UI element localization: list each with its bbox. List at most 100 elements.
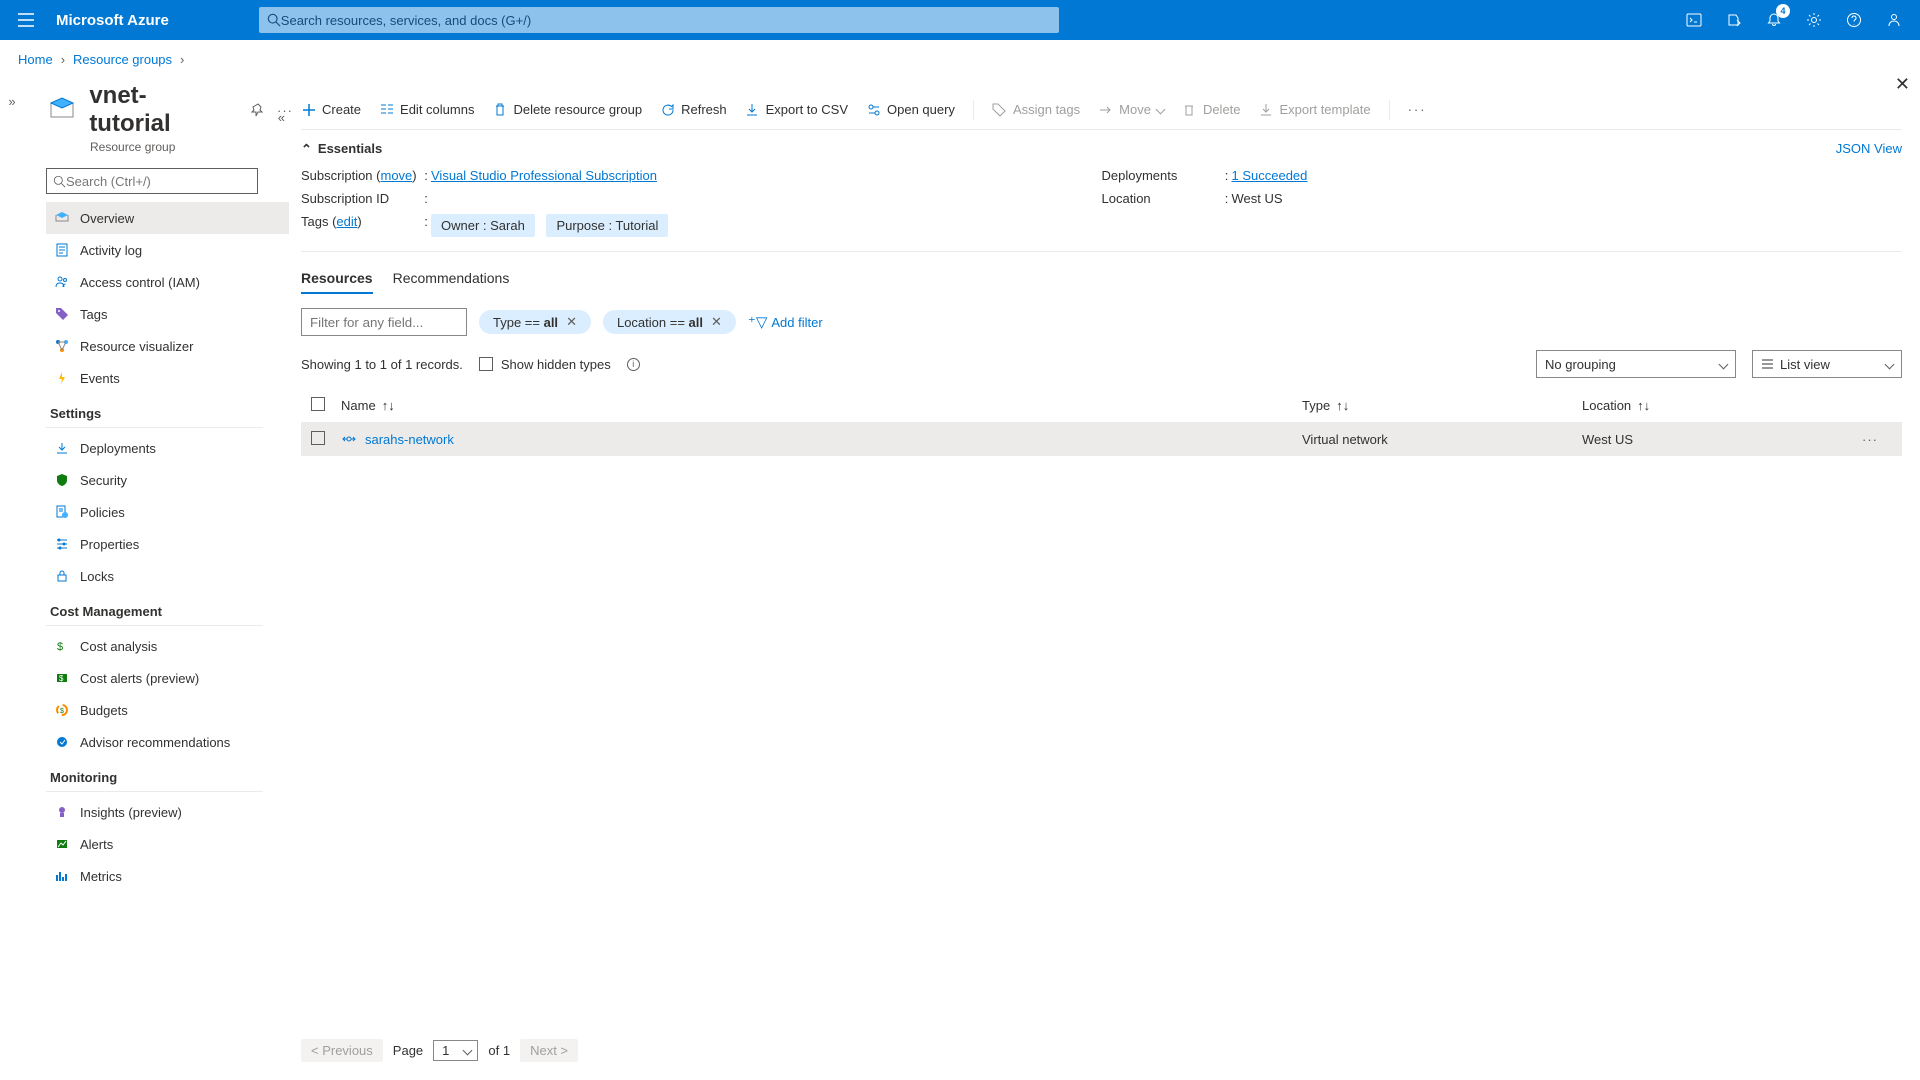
help-icon[interactable] — [1836, 2, 1872, 38]
brand-title[interactable]: Microsoft Azure — [56, 12, 169, 29]
global-search[interactable] — [259, 7, 1059, 33]
pin-icon[interactable] — [251, 103, 265, 118]
refresh-icon — [660, 102, 675, 117]
overview-icon — [54, 210, 70, 226]
breadcrumb-resource-groups[interactable]: Resource groups — [73, 52, 172, 67]
edit-tags-link[interactable]: edit — [336, 214, 357, 229]
directories-icon[interactable] — [1716, 2, 1752, 38]
show-hidden-checkbox[interactable]: Show hidden types — [479, 357, 611, 372]
essentials-toggle[interactable]: ⌄ Essentials — [301, 140, 382, 156]
tag-chip[interactable]: Purpose : Tutorial — [546, 214, 668, 237]
resources-table: Name ↑↓ Type ↑↓ Location ↑↓ sarahs-netwo… — [301, 388, 1902, 456]
nav-section-monitoring: Monitoring — [46, 758, 263, 792]
row-type: Virtual network — [1302, 432, 1582, 447]
close-icon[interactable]: ✕ — [711, 314, 722, 330]
feedback-icon[interactable] — [1876, 2, 1912, 38]
nav-security[interactable]: Security — [46, 464, 289, 496]
move-icon — [1098, 102, 1113, 117]
open-query-button[interactable]: Open query — [866, 102, 955, 117]
page-select[interactable]: 1 — [433, 1040, 478, 1061]
nav-metrics[interactable]: Metrics — [46, 860, 289, 892]
cloud-shell-icon[interactable] — [1676, 2, 1712, 38]
chevron-right-icon: › — [61, 52, 65, 67]
nav-cost-analysis[interactable]: $Cost analysis — [46, 630, 289, 662]
delete-rg-button[interactable]: Delete resource group — [492, 102, 642, 117]
notifications-icon[interactable]: 4 — [1756, 2, 1792, 38]
chevron-right-icon: › — [180, 52, 184, 67]
hamburger-menu[interactable] — [8, 2, 44, 38]
tag-icon — [54, 306, 70, 322]
filter-chip-location[interactable]: Location == all✕ — [603, 310, 736, 334]
query-icon — [866, 102, 881, 117]
trash-icon — [1182, 102, 1197, 117]
tab-recommendations[interactable]: Recommendations — [393, 270, 510, 294]
download-icon — [1259, 102, 1274, 117]
tag-chip[interactable]: Owner : Sarah — [431, 214, 535, 237]
nav-cost-alerts[interactable]: $Cost alerts (preview) — [46, 662, 289, 694]
nav-properties[interactable]: Properties — [46, 528, 289, 560]
tag-icon — [992, 102, 1007, 117]
nav-deployments[interactable]: Deployments — [46, 432, 289, 464]
row-checkbox[interactable] — [311, 431, 325, 445]
rail-expand[interactable]: » — [0, 74, 24, 1080]
content-panel: ✕ Create Edit columns Delete resource gr… — [293, 74, 1920, 1080]
json-view-link[interactable]: JSON View — [1836, 141, 1902, 156]
row-location: West US — [1582, 432, 1862, 447]
select-all-checkbox[interactable] — [311, 397, 325, 411]
svg-text:$: $ — [60, 708, 64, 715]
export-csv-button[interactable]: Export to CSV — [745, 102, 848, 117]
tab-resources[interactable]: Resources — [301, 270, 373, 294]
create-button[interactable]: Create — [301, 102, 361, 117]
refresh-button[interactable]: Refresh — [660, 102, 727, 117]
export-template-button: Export template — [1259, 102, 1371, 117]
close-icon[interactable]: ✕ — [566, 314, 577, 330]
filter-chip-type[interactable]: Type == all✕ — [479, 310, 591, 334]
nav-overview[interactable]: Overview — [46, 202, 289, 234]
content-tabs: Resources Recommendations — [301, 270, 1902, 294]
add-filter-button[interactable]: ⁺▽Add filter — [748, 313, 823, 331]
insights-icon — [54, 804, 70, 820]
nav-section-cost: Cost Management — [46, 592, 263, 626]
chevron-down-icon — [1885, 359, 1895, 369]
nav-activity-log[interactable]: Activity log — [46, 234, 289, 266]
metrics-icon — [54, 868, 70, 884]
nav-locks[interactable]: Locks — [46, 560, 289, 592]
nav-resource-visualizer[interactable]: Resource visualizer — [46, 330, 289, 362]
close-blade-icon[interactable]: ✕ — [1895, 74, 1910, 95]
cost-analysis-icon: $ — [54, 638, 70, 654]
view-select[interactable]: List view — [1752, 350, 1902, 378]
budgets-icon: $ — [54, 702, 70, 718]
breadcrumb-home[interactable]: Home — [18, 52, 53, 67]
global-search-input[interactable] — [281, 13, 1051, 28]
column-name[interactable]: Name ↑↓ — [341, 398, 1302, 413]
nav-alerts[interactable]: Alerts — [46, 828, 289, 860]
collapse-nav-icon[interactable]: « — [278, 110, 285, 125]
side-search[interactable] — [46, 168, 258, 194]
edit-columns-button[interactable]: Edit columns — [379, 102, 474, 117]
column-type[interactable]: Type ↑↓ — [1302, 398, 1582, 413]
nav-policies[interactable]: Policies — [46, 496, 289, 528]
side-panel: vnet-tutorial ··· Resource group « Overv… — [24, 74, 293, 1080]
resource-link[interactable]: sarahs-network — [365, 432, 454, 447]
nav-tags[interactable]: Tags — [46, 298, 289, 330]
nav-advisor[interactable]: Advisor recommendations — [46, 726, 289, 758]
column-location[interactable]: Location ↑↓ — [1582, 398, 1862, 413]
deployments-link[interactable]: 1 Succeeded — [1232, 168, 1308, 183]
shield-icon — [54, 472, 70, 488]
side-search-input[interactable] — [66, 174, 251, 189]
nav-access-control[interactable]: Access control (IAM) — [46, 266, 289, 298]
table-row[interactable]: sarahs-network Virtual network West US ·… — [301, 422, 1902, 456]
grouping-select[interactable]: No grouping — [1536, 350, 1736, 378]
row-more-icon[interactable]: ··· — [1862, 432, 1902, 447]
record-count-text: Showing 1 to 1 of 1 records. — [301, 357, 463, 372]
filter-input[interactable] — [301, 308, 467, 336]
nav-insights[interactable]: Insights (preview) — [46, 796, 289, 828]
sort-icon: ↑↓ — [382, 398, 395, 413]
move-subscription-link[interactable]: move — [381, 168, 413, 183]
nav-budgets[interactable]: $Budgets — [46, 694, 289, 726]
more-commands[interactable]: ··· — [1408, 102, 1427, 117]
subscription-link[interactable]: Visual Studio Professional Subscription — [431, 168, 657, 183]
info-icon[interactable]: i — [627, 358, 640, 371]
nav-events[interactable]: Events — [46, 362, 289, 394]
settings-icon[interactable] — [1796, 2, 1832, 38]
